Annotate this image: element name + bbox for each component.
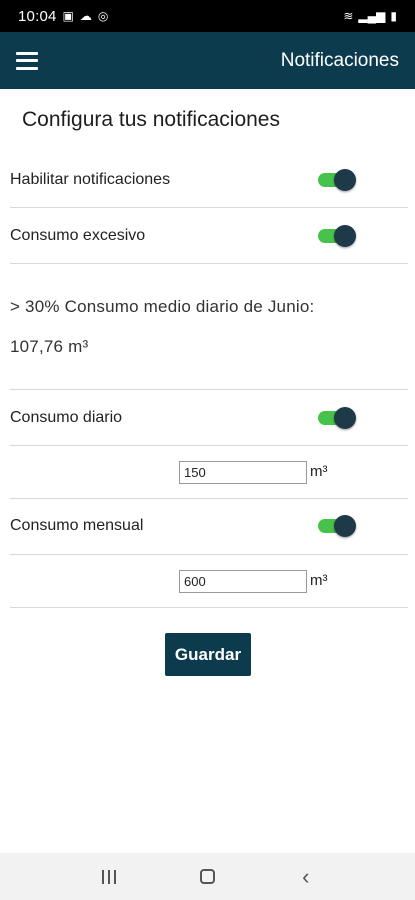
enable-notifications-toggle[interactable] <box>308 168 356 192</box>
average-consumption-text: > 30% Consumo medio diario de Junio: <box>10 297 315 316</box>
divider <box>10 207 408 208</box>
monthly-consumption-row: Consumo mensual <box>10 514 408 538</box>
app-title: Notificaciones <box>280 49 399 71</box>
monthly-unit-label: m³ <box>310 572 328 589</box>
monthly-consumption-input[interactable] <box>179 570 307 593</box>
excess-consumption-label: Consumo excesivo <box>10 227 146 244</box>
divider <box>10 498 408 499</box>
cloud-icon: ☁ <box>79 9 92 23</box>
excess-consumption-toggle[interactable] <box>308 224 356 248</box>
excess-consumption-row: Consumo excesivo <box>10 224 408 248</box>
divider <box>10 607 408 608</box>
monthly-consumption-label: Consumo mensual <box>10 517 144 534</box>
daily-unit-label: m³ <box>310 463 328 480</box>
battery-icon: ▮ <box>390 9 397 23</box>
daily-consumption-label: Consumo diario <box>10 409 123 426</box>
page-heading: Configura tus notificaciones <box>22 108 280 131</box>
daily-consumption-input[interactable] <box>179 461 307 484</box>
signal-icon: ▂▄▆ <box>358 9 386 23</box>
average-consumption-value: 107,76 m³ <box>10 337 89 356</box>
save-button[interactable]: Guardar <box>165 633 251 676</box>
status-bar: 10:04 ▣ ☁ ◎ ≋ ▂▄▆ ▮ <box>0 0 415 32</box>
divider <box>10 263 408 264</box>
wifi-icon: ≋ <box>343 9 354 23</box>
daily-consumption-toggle[interactable] <box>308 406 356 430</box>
divider <box>10 554 408 555</box>
system-nav-bar: ‹ <box>0 853 415 900</box>
hamburger-menu-icon[interactable] <box>16 51 38 70</box>
status-left: 10:04 ▣ ☁ ◎ <box>18 8 108 25</box>
enable-notifications-row: Habilitar notificaciones <box>10 168 408 192</box>
divider <box>10 389 408 390</box>
sync-icon: ◎ <box>97 9 109 23</box>
status-time: 10:04 <box>18 7 57 25</box>
home-icon[interactable] <box>192 862 222 892</box>
divider <box>10 445 408 446</box>
status-right: ≋ ▂▄▆ ▮ <box>343 9 397 23</box>
daily-consumption-row: Consumo diario <box>10 406 408 430</box>
monthly-consumption-toggle[interactable] <box>308 514 356 538</box>
enable-notifications-label: Habilitar notificaciones <box>10 171 171 188</box>
recents-icon[interactable] <box>94 862 124 892</box>
app-bar: Notificaciones <box>0 32 415 89</box>
image-icon: ▣ <box>62 9 74 23</box>
back-icon[interactable]: ‹ <box>291 862 321 892</box>
